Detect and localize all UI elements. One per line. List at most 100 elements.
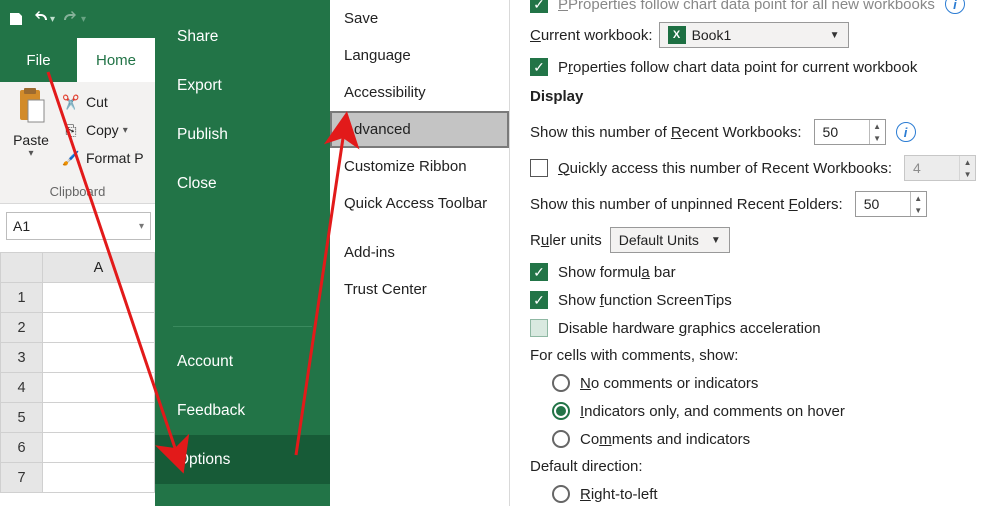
row-header[interactable]: 1 bbox=[1, 283, 43, 313]
ruler-units-dropdown[interactable]: Default Units ▼ bbox=[610, 227, 730, 253]
display-section-heading: Display bbox=[530, 88, 1003, 105]
cell[interactable] bbox=[43, 373, 155, 403]
nav-label: Trust Center bbox=[344, 281, 427, 298]
recent-folders-label: Show this number of unpinned Recent Fold… bbox=[530, 196, 843, 213]
nav-label: Quick Access Toolbar bbox=[344, 195, 487, 212]
disable-hw-accel-label: Disable hardware graphics acceleration bbox=[558, 320, 821, 337]
recent-workbooks-label: Show this number of Recent Workbooks: bbox=[530, 124, 802, 141]
ribbon-tabs: File Home bbox=[0, 38, 155, 82]
backstage-item-export[interactable]: Export bbox=[155, 61, 330, 110]
backstage-label: Publish bbox=[177, 126, 228, 144]
paste-icon[interactable] bbox=[0, 86, 62, 130]
paste-dropdown-icon[interactable]: ▾ bbox=[0, 148, 62, 159]
tab-file-label: File bbox=[26, 52, 50, 69]
name-box-dropdown-icon[interactable]: ▾ bbox=[139, 221, 144, 232]
tab-home[interactable]: Home bbox=[77, 38, 155, 82]
checkbox-show-formula-bar[interactable]: ✓ bbox=[530, 263, 548, 281]
checkbox-show-screentips[interactable]: ✓ bbox=[530, 291, 548, 309]
nav-label: Advanced bbox=[344, 121, 411, 138]
nav-label: Accessibility bbox=[344, 84, 426, 101]
undo-icon[interactable]: ▾ bbox=[32, 11, 55, 27]
spin-up-icon: ▲ bbox=[960, 156, 975, 168]
cell[interactable] bbox=[43, 463, 155, 493]
column-header-a[interactable]: A bbox=[43, 253, 155, 283]
checkbox-prop-new-workbooks[interactable]: ✓ bbox=[530, 0, 548, 13]
quick-access-toolbar: ▾ ▾ bbox=[0, 0, 155, 38]
redo-icon[interactable]: ▾ bbox=[63, 11, 86, 27]
backstage-label: Account bbox=[177, 353, 233, 371]
recent-folders-spinner[interactable]: 50 ▲▼ bbox=[855, 191, 927, 217]
radio-right-to-left-label: Right-to-left bbox=[580, 486, 658, 503]
options-nav-addins[interactable]: Add-ins bbox=[330, 234, 509, 271]
cell[interactable] bbox=[43, 433, 155, 463]
cell[interactable] bbox=[43, 343, 155, 373]
checkbox-disable-hw-accel[interactable] bbox=[530, 319, 548, 337]
chevron-down-icon: ▼ bbox=[711, 235, 721, 246]
cell[interactable] bbox=[43, 283, 155, 313]
current-workbook-value: Book1 bbox=[692, 27, 732, 43]
spin-up-icon[interactable]: ▲ bbox=[911, 192, 926, 204]
spin-up-icon[interactable]: ▲ bbox=[870, 120, 885, 132]
radio-right-to-left[interactable] bbox=[552, 485, 570, 503]
options-nav-accessibility[interactable]: Accessibility bbox=[330, 74, 509, 111]
paintbrush-icon: 🖌️ bbox=[62, 150, 80, 167]
row-header[interactable]: 6 bbox=[1, 433, 43, 463]
copy-icon: ⎘ bbox=[62, 122, 80, 139]
row-header[interactable]: 5 bbox=[1, 403, 43, 433]
spin-down-icon[interactable]: ▼ bbox=[911, 204, 926, 216]
advanced-options-pane: ✓ PProperties follow chart data point fo… bbox=[530, 0, 1003, 506]
backstage-item-share[interactable]: Share bbox=[155, 12, 330, 61]
options-nav-advanced[interactable]: Advanced bbox=[330, 111, 509, 148]
backstage-item-publish[interactable]: Publish bbox=[155, 110, 330, 159]
tab-home-label: Home bbox=[96, 52, 136, 69]
recent-workbooks-spinner[interactable]: 50 ▲▼ bbox=[814, 119, 886, 145]
current-workbook-label: Current workbook: bbox=[530, 27, 653, 44]
prop-new-workbooks-label: PProperties follow chart data point for … bbox=[558, 0, 935, 13]
options-nav-language[interactable]: Language bbox=[330, 37, 509, 74]
backstage-item-close[interactable]: Close bbox=[155, 159, 330, 208]
cell[interactable] bbox=[43, 313, 155, 343]
row-header[interactable]: 7 bbox=[1, 463, 43, 493]
row-header[interactable]: 3 bbox=[1, 343, 43, 373]
info-icon[interactable]: i bbox=[896, 122, 916, 142]
current-workbook-dropdown[interactable]: X Book1 ▼ bbox=[659, 22, 849, 48]
backstage-item-account[interactable]: Account bbox=[155, 337, 330, 386]
spreadsheet-grid[interactable]: A 1 2 3 4 5 6 7 bbox=[0, 252, 155, 506]
backstage-item-options[interactable]: Options bbox=[155, 435, 330, 484]
clipboard-group-caption: Clipboard bbox=[0, 184, 155, 199]
backstage-label: Close bbox=[177, 175, 217, 193]
select-all-corner[interactable] bbox=[1, 253, 43, 283]
options-nav-save[interactable]: Save bbox=[330, 0, 509, 37]
save-icon[interactable] bbox=[8, 11, 24, 27]
format-painter-button[interactable]: 🖌️ Format P bbox=[62, 144, 155, 172]
default-direction-label: Default direction: bbox=[530, 458, 643, 475]
options-nav-quick-access[interactable]: Quick Access Toolbar bbox=[330, 185, 509, 222]
options-nav-customize-ribbon[interactable]: Customize Ribbon bbox=[330, 148, 509, 185]
copy-button[interactable]: ⎘ Copy ▾ bbox=[62, 116, 155, 144]
options-nav-trust-center[interactable]: Trust Center bbox=[330, 271, 509, 308]
recent-workbooks-value: 50 bbox=[823, 124, 839, 140]
cell[interactable] bbox=[43, 403, 155, 433]
row-header[interactable]: 2 bbox=[1, 313, 43, 343]
tab-file[interactable]: File bbox=[0, 38, 77, 82]
radio-indicators-only[interactable] bbox=[552, 402, 570, 420]
spin-down-icon[interactable]: ▼ bbox=[870, 132, 885, 144]
prop-current-workbook-label: Properties follow chart data point for c… bbox=[558, 59, 917, 76]
radio-comments-and-indicators[interactable] bbox=[552, 430, 570, 448]
checkbox-prop-current-workbook[interactable]: ✓ bbox=[530, 58, 548, 76]
backstage-item-feedback[interactable]: Feedback bbox=[155, 386, 330, 435]
backstage-separator bbox=[173, 326, 312, 327]
row-header[interactable]: 4 bbox=[1, 373, 43, 403]
backstage-label: Export bbox=[177, 77, 222, 95]
checkbox-quick-access-recent[interactable] bbox=[530, 159, 548, 177]
radio-no-comments[interactable] bbox=[552, 374, 570, 392]
cut-button[interactable]: ✂️ Cut bbox=[62, 88, 155, 116]
name-box[interactable]: A1 ▾ bbox=[6, 212, 151, 240]
spin-down-icon: ▼ bbox=[960, 168, 975, 180]
backstage-label: Feedback bbox=[177, 402, 245, 420]
options-category-list: Save Language Accessibility Advanced Cus… bbox=[330, 0, 510, 506]
info-icon[interactable]: i bbox=[945, 0, 965, 14]
paste-label[interactable]: Paste bbox=[0, 132, 62, 148]
copy-dropdown-icon[interactable]: ▾ bbox=[123, 125, 128, 136]
scissors-icon: ✂️ bbox=[62, 94, 80, 111]
